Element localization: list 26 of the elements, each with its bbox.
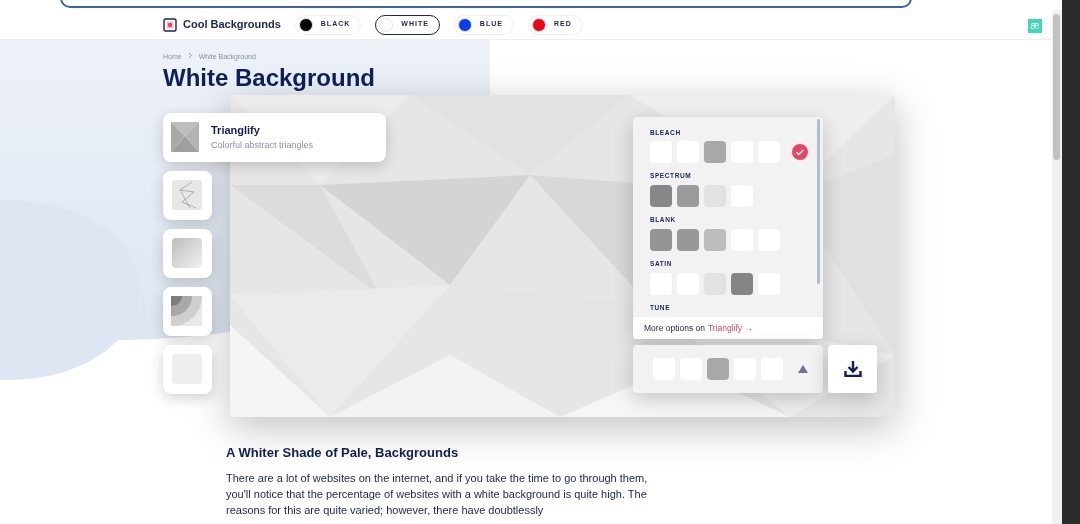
pattern-card[interactable]: Trianglify Colorful abstract triangles xyxy=(163,112,386,162)
triangle-up-icon xyxy=(798,364,808,373)
scrollbar[interactable] xyxy=(1052,10,1062,524)
trianglify-link[interactable]: Trianglify → xyxy=(707,316,753,339)
page-title: White Background xyxy=(163,62,376,93)
section-heading: A Whiter Shade of Pale, Backgrounds xyxy=(226,444,460,461)
pattern-thumbnail xyxy=(171,180,203,210)
logo-icon xyxy=(163,17,177,32)
palette-selector[interactable] xyxy=(633,344,823,393)
pattern-description: Colorful abstract triangles xyxy=(211,138,314,152)
pattern-card[interactable] xyxy=(163,228,212,278)
download-button[interactable] xyxy=(828,344,877,393)
scrollbar-thumb[interactable] xyxy=(1053,14,1060,160)
pattern-thumbnail xyxy=(171,238,203,268)
brand-link[interactable]: Cool Backgrounds xyxy=(163,16,281,33)
article-paragraph: There are a lot of websites on the internet, and if you take the time to go through them, you'll notice that the percentage of websites with a white background is quite high. The reasons for this are quite varied; however, there have doubtlessly xyxy=(226,471,649,519)
chevron-icon xyxy=(187,52,193,59)
pattern-name: Trianglify xyxy=(211,123,261,138)
pattern-card[interactable] xyxy=(163,286,212,336)
more-options-text: More options on xyxy=(644,321,705,335)
scrollbar-thumb[interactable] xyxy=(817,118,820,284)
pattern-card[interactable] xyxy=(163,170,212,220)
check-icon xyxy=(792,144,808,161)
pattern-thumbnail xyxy=(171,296,203,326)
pattern-thumbnail xyxy=(171,122,201,152)
download-icon xyxy=(843,360,862,377)
